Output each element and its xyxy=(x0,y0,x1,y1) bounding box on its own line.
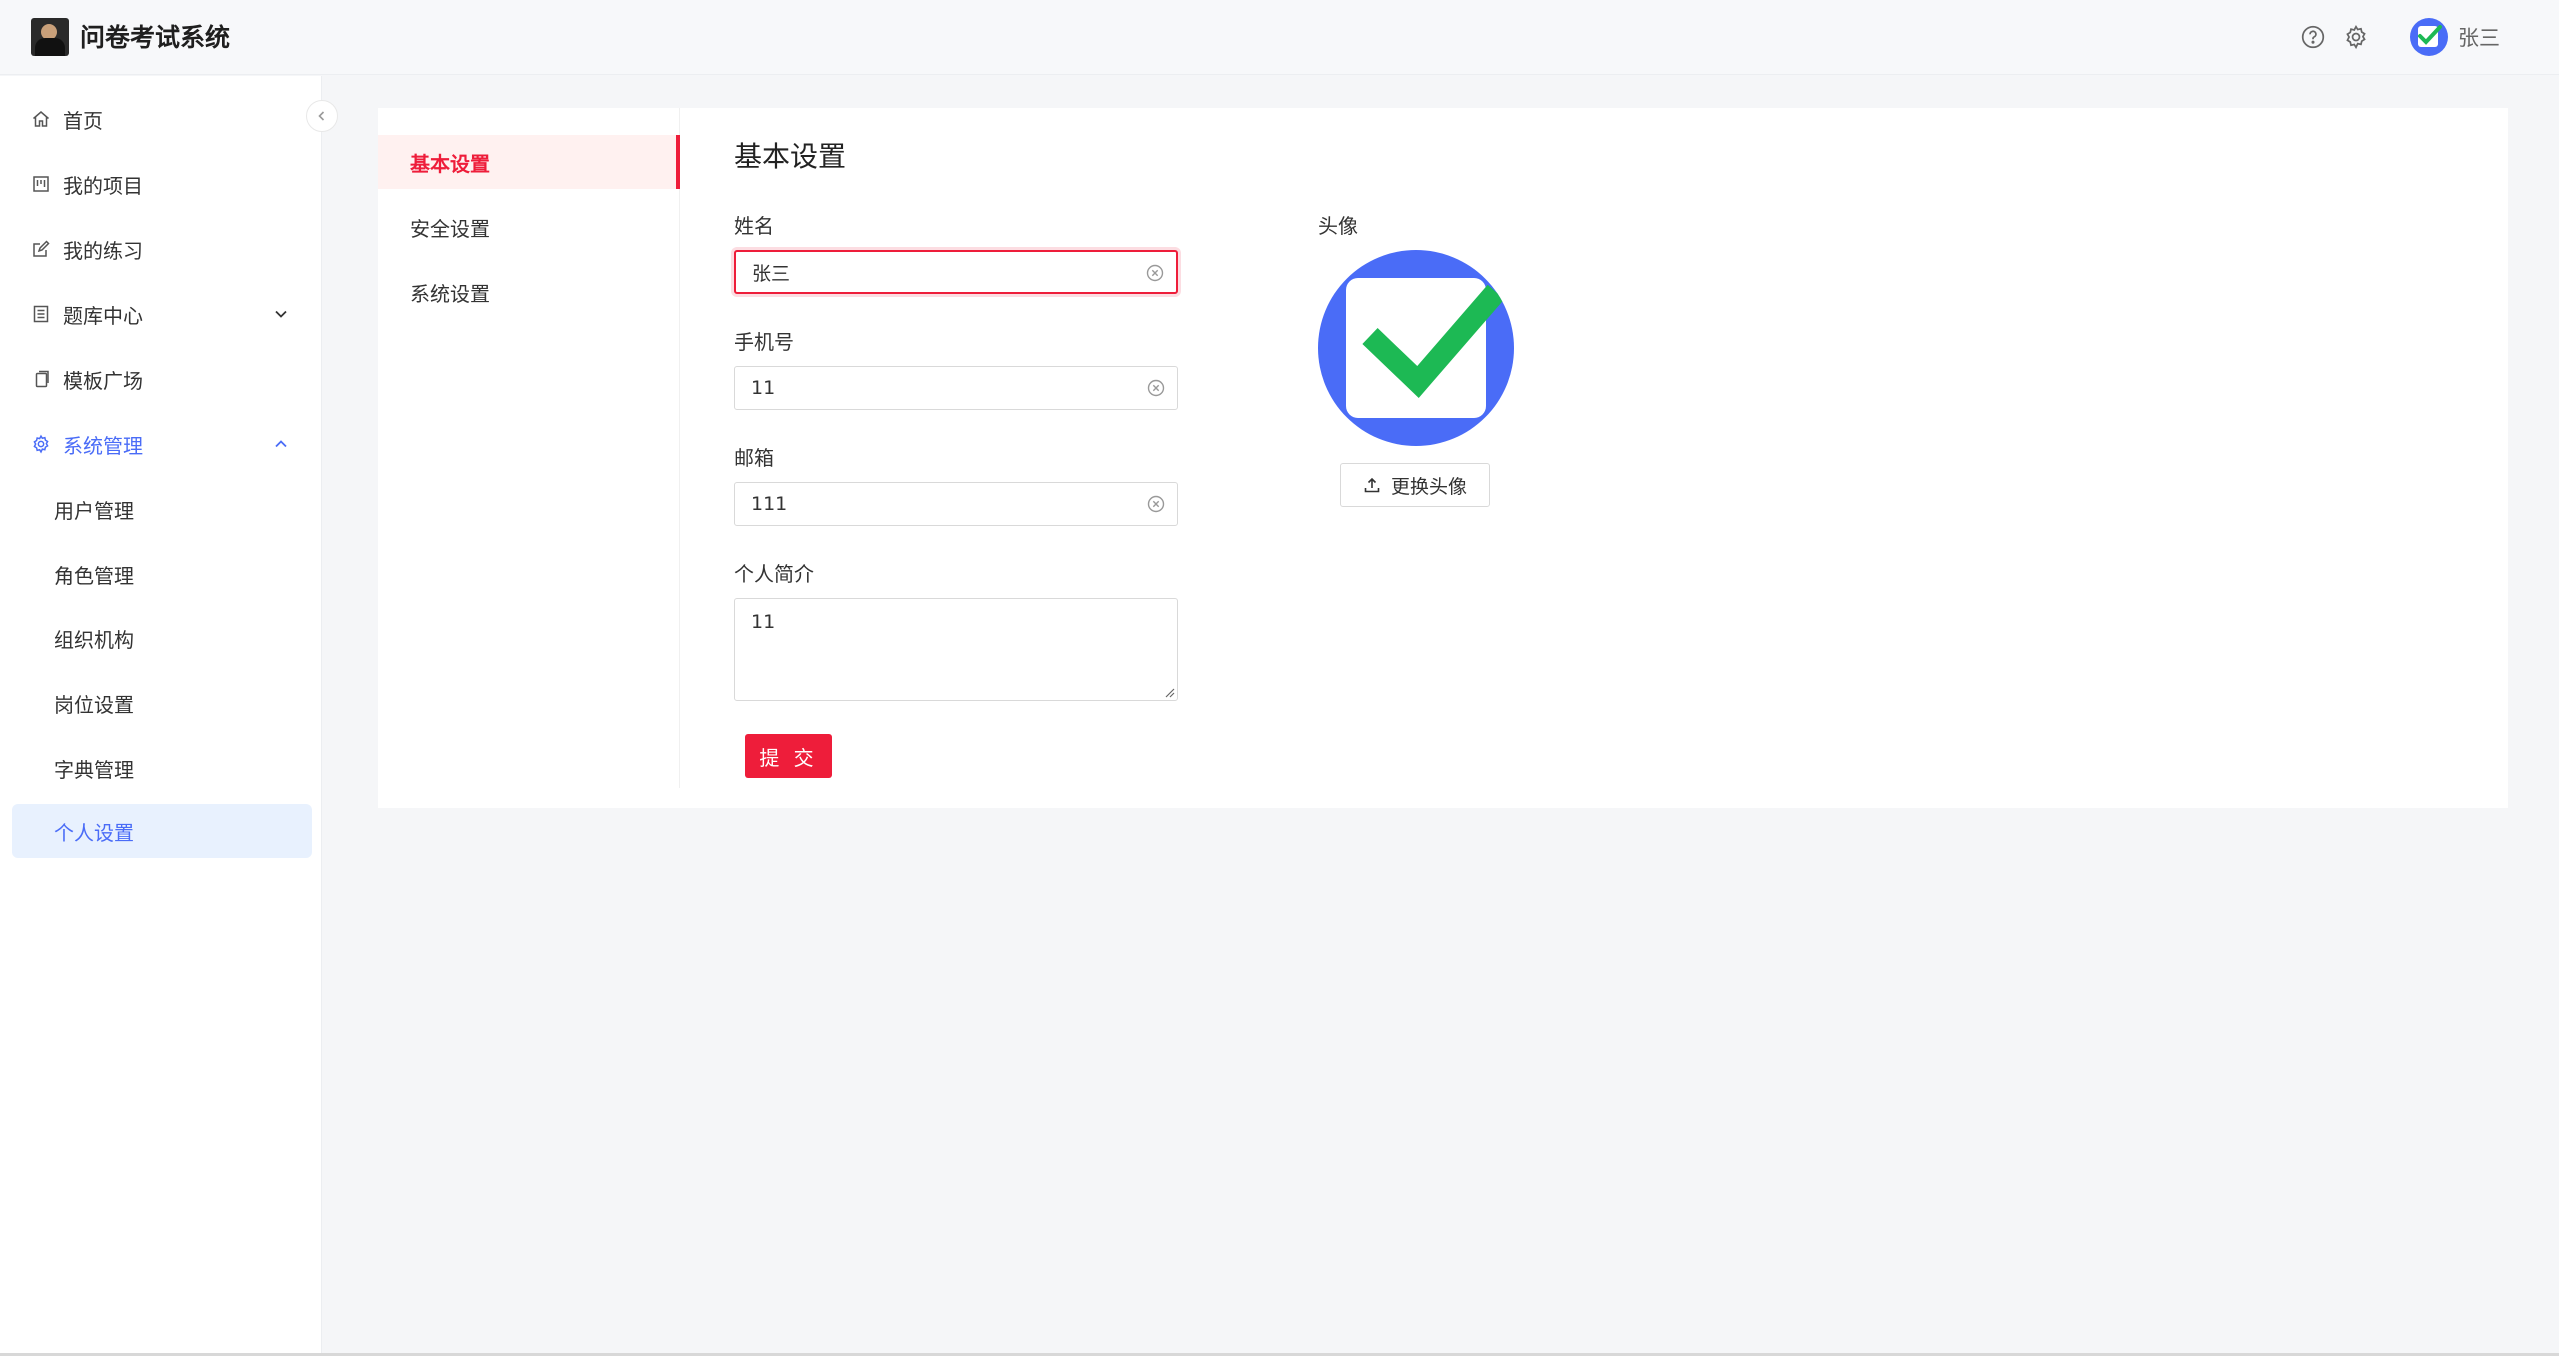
sidebar-item-system-management[interactable]: 系统管理 xyxy=(12,417,312,471)
phone-input[interactable] xyxy=(735,367,1177,409)
sidebar-subitem-label: 字典管理 xyxy=(54,757,134,782)
resize-handle-icon[interactable] xyxy=(1163,686,1175,698)
user-name[interactable]: 张三 xyxy=(2458,24,2500,52)
check-icon xyxy=(2418,25,2442,47)
name-label: 姓名 xyxy=(734,214,774,238)
home-icon xyxy=(33,111,49,127)
app-title: 问卷考试系统 xyxy=(80,23,231,52)
sidebar-item-projects[interactable]: 我的项目 xyxy=(12,157,312,211)
bio-textarea[interactable]: 11 xyxy=(735,599,1177,700)
sidebar-item-home[interactable]: 首页 xyxy=(12,92,312,146)
sidebar-collapse-button[interactable] xyxy=(306,100,338,132)
chevron-up-icon xyxy=(275,440,287,448)
name-input[interactable] xyxy=(736,252,1176,292)
clear-icon[interactable] xyxy=(1147,379,1165,397)
clear-icon[interactable] xyxy=(1147,495,1165,513)
sidebar-item-label: 模板广场 xyxy=(63,368,143,393)
sidebar-item-question-bank[interactable]: 题库中心 xyxy=(12,287,312,341)
settings-tab-security[interactable]: 安全设置 xyxy=(378,200,680,254)
settings-tab-basic[interactable]: 基本设置 xyxy=(378,135,680,189)
sidebar-subitem-label: 岗位设置 xyxy=(54,692,134,717)
upload-icon xyxy=(1364,477,1380,493)
sidebar-item-label: 题库中心 xyxy=(63,303,143,328)
phone-label: 手机号 xyxy=(734,330,794,354)
section-title: 基本设置 xyxy=(734,140,847,173)
question-circle-icon[interactable] xyxy=(2300,24,2326,50)
bio-field[interactable]: 11 xyxy=(734,598,1178,701)
name-field[interactable] xyxy=(734,250,1178,294)
sidebar-subitem-dictionary[interactable]: 字典管理 xyxy=(12,741,312,795)
chevron-left-icon xyxy=(318,111,325,121)
email-field[interactable] xyxy=(734,482,1178,526)
check-icon xyxy=(1346,278,1505,418)
sidebar-subitem-label: 组织机构 xyxy=(54,627,134,652)
settings-card: 基本设置 安全设置 系统设置 基本设置 姓名 手机号 邮箱 个人简介 xyxy=(378,108,2508,808)
email-label: 邮箱 xyxy=(734,446,774,470)
sidebar-subitem-label: 用户管理 xyxy=(54,498,134,523)
change-avatar-label: 更换头像 xyxy=(1390,475,1467,498)
sidebar-item-label: 我的项目 xyxy=(63,173,143,198)
settings-tab-label: 安全设置 xyxy=(410,216,490,241)
sidebar: 首页 我的项目 我的练习 题库中心 模板广场 系统管理 用户管理 角色管理 组织… xyxy=(0,76,322,1356)
user-avatar[interactable] xyxy=(2410,18,2448,56)
phone-field[interactable] xyxy=(734,366,1178,410)
sidebar-subitem-label: 角色管理 xyxy=(54,563,134,588)
settings-tab-system[interactable]: 系统设置 xyxy=(378,265,680,319)
project-icon xyxy=(33,176,49,192)
bio-label: 个人简介 xyxy=(734,562,814,586)
submit-button[interactable]: 提 交 xyxy=(745,734,832,778)
avatar-label: 头像 xyxy=(1318,214,1358,238)
edit-icon xyxy=(33,240,50,257)
sidebar-subitem-position-settings[interactable]: 岗位设置 xyxy=(12,676,312,730)
copy-icon xyxy=(35,370,49,388)
sidebar-subitem-label: 个人设置 xyxy=(54,820,134,845)
logo-image xyxy=(31,18,69,56)
settings-tab-label: 基本设置 xyxy=(410,151,490,176)
sidebar-subitem-personal-settings[interactable]: 个人设置 xyxy=(12,804,312,858)
gear-icon xyxy=(33,434,49,454)
sidebar-item-label: 系统管理 xyxy=(63,433,143,458)
sidebar-item-label: 首页 xyxy=(63,108,103,133)
settings-tab-label: 系统设置 xyxy=(410,281,490,306)
top-header: 问卷考试系统 张三 xyxy=(0,0,2559,75)
sidebar-item-practice[interactable]: 我的练习 xyxy=(12,222,312,276)
sidebar-item-label: 我的练习 xyxy=(63,238,143,263)
sidebar-subitem-organization[interactable]: 组织机构 xyxy=(12,611,312,665)
settings-menu: 基本设置 安全设置 系统设置 xyxy=(378,108,680,788)
clear-icon[interactable] xyxy=(1146,264,1164,282)
gear-icon[interactable] xyxy=(2343,24,2369,50)
list-icon xyxy=(33,305,49,323)
chevron-down-icon xyxy=(275,310,287,318)
change-avatar-button[interactable]: 更换头像 xyxy=(1340,463,1490,507)
email-input[interactable] xyxy=(735,483,1177,525)
sidebar-item-templates[interactable]: 模板广场 xyxy=(12,352,312,406)
profile-avatar xyxy=(1318,250,1514,446)
sidebar-subitem-user-management[interactable]: 用户管理 xyxy=(12,482,312,536)
sidebar-subitem-role-management[interactable]: 角色管理 xyxy=(12,547,312,601)
